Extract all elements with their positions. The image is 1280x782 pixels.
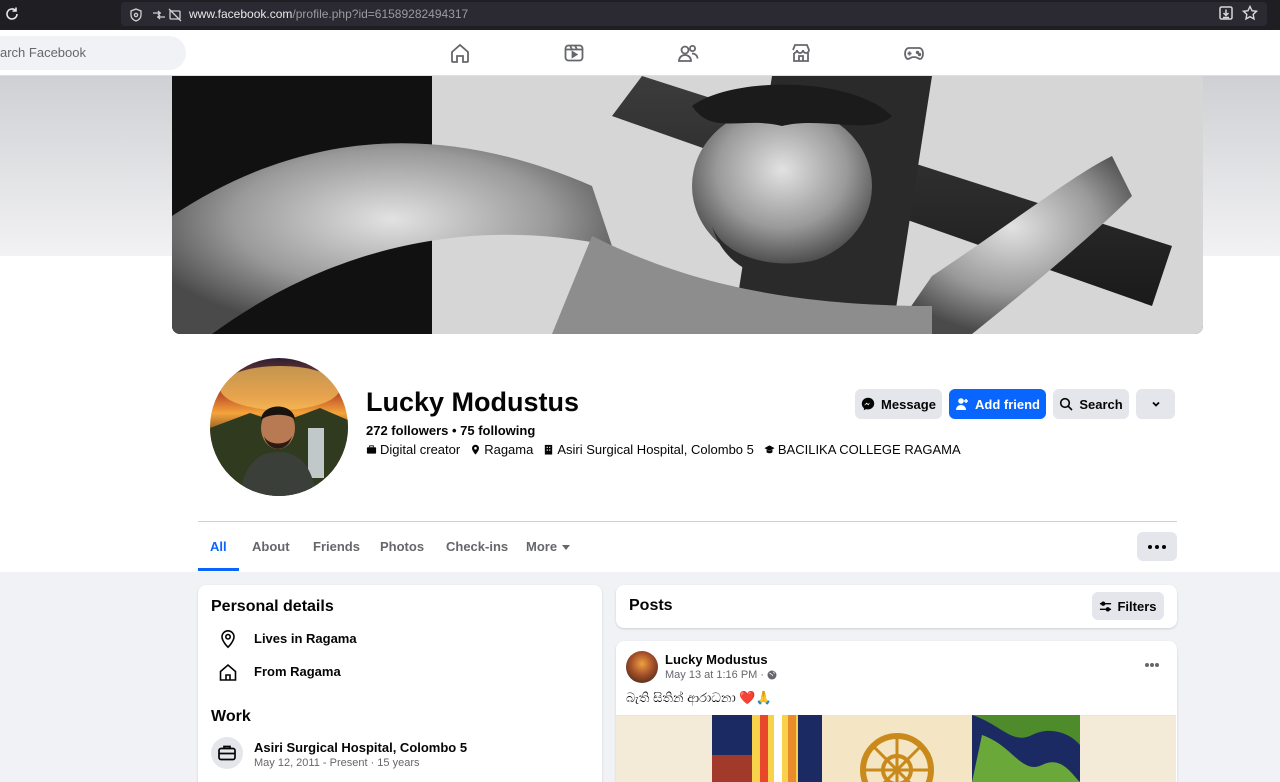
post-text: බැති සිතින් ආරාධනා ❤️🙏 [626,690,772,705]
detail-education: BACILIKA COLLEGE RAGAMA [764,442,961,457]
posts-title: Posts [629,597,673,614]
tab-photos[interactable]: Photos [380,539,424,554]
building-icon [545,444,553,455]
cover-photo[interactable] [172,76,1203,334]
tab-all[interactable]: All [210,539,227,554]
profile-details-line: Digital creator Ragama Asiri Surgical Ho… [366,442,971,457]
personal-details-title: Personal details [211,598,334,615]
tab-about[interactable]: About [252,539,290,554]
save-page-icon[interactable] [1218,5,1234,21]
add-person-icon [956,398,968,410]
followers-link[interactable]: 272 followers [366,423,448,438]
post-author-avatar[interactable] [626,651,658,683]
facebook-top-nav: arch Facebook [0,30,1280,76]
follow-separator: • [448,423,461,438]
home-icon[interactable] [449,42,471,64]
detail-work: Asiri Surgical Hospital, Colombo 5 [543,442,754,457]
caret-down-icon [562,545,571,551]
profile-avatar[interactable] [210,358,348,496]
filter-sliders-icon [1100,601,1112,611]
location-pin-icon [221,629,235,649]
gaming-icon[interactable] [903,42,925,64]
permissions-icon[interactable] [152,8,166,22]
chevron-down-icon [1151,401,1160,407]
post-image[interactable] [712,715,1080,782]
message-button[interactable]: Message [855,389,942,419]
follow-stats: 272 followers • 75 following [366,423,535,438]
globe-icon [767,670,777,680]
address-bar[interactable]: www.facebook.com/profile.php?id=61589282… [121,2,1267,26]
employer-text[interactable]: Asiri Surgical Hospital, Colombo 5 [254,740,467,755]
profile-options-button[interactable] [1137,532,1177,561]
tracking-blocked-icon[interactable] [168,8,182,22]
marketplace-icon[interactable] [790,42,812,64]
reload-icon[interactable] [4,6,20,22]
messenger-icon [861,397,875,411]
post-author-name[interactable]: Lucky Modustus [665,652,768,667]
following-link[interactable]: 75 following [460,423,535,438]
lives-in-text[interactable]: Lives in Ragama [254,631,357,646]
detail-location: Ragama [470,442,533,457]
filters-button[interactable]: Filters [1092,592,1164,620]
briefcase-icon [218,745,236,761]
work-period: May 12, 2011 - Present · 15 years [254,757,420,769]
search-profile-button[interactable]: Search [1053,389,1129,419]
add-friend-button[interactable]: Add friend [949,389,1046,419]
graduation-cap-icon [764,445,775,454]
post-meta: May 13 at 1:16 PM · [665,669,777,681]
post-timestamp[interactable]: May 13 at 1:16 PM · [665,669,764,681]
search-icon [1060,397,1073,411]
bookmark-star-icon[interactable] [1242,5,1258,21]
briefcase-icon [366,445,377,454]
video-icon[interactable] [563,42,585,64]
browser-toolbar: www.facebook.com/profile.php?id=61589282… [0,0,1280,30]
more-actions-button[interactable] [1136,389,1175,419]
profile-name: Lucky Modustus [366,387,580,417]
friends-icon[interactable] [677,42,699,64]
active-tab-indicator [198,568,239,571]
shield-icon[interactable] [129,8,143,22]
home-icon [219,663,237,681]
url-text: www.facebook.com/profile.php?id=61589282… [189,7,469,21]
location-pin-icon [472,444,480,455]
tab-divider [198,521,1177,522]
post-options-button[interactable] [1142,658,1162,672]
tab-more[interactable]: More [526,539,571,554]
detail-category: Digital creator [366,442,460,457]
tab-friends[interactable]: Friends [313,539,360,554]
search-facebook-input[interactable]: arch Facebook [0,36,186,70]
work-title: Work [211,708,251,725]
tab-checkins[interactable]: Check-ins [446,539,508,554]
search-placeholder: arch Facebook [0,45,86,60]
hometown-text[interactable]: From Ragama [254,664,341,679]
